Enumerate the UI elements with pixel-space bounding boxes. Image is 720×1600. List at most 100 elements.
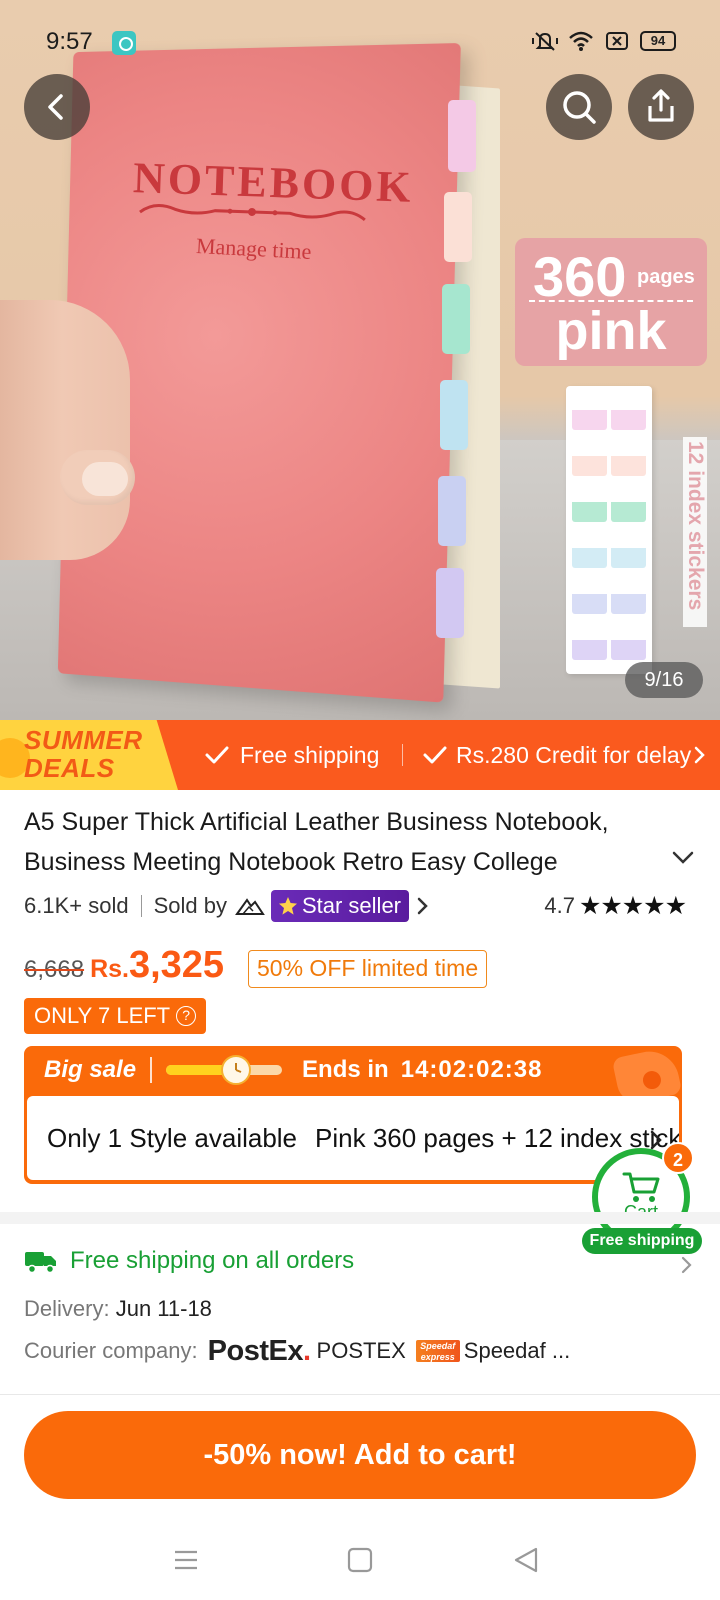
- sticker-label: 12 index stickers: [683, 437, 707, 627]
- delivery-truck-icon: [25, 1252, 56, 1274]
- sale-progress-bar: [166, 1055, 283, 1085]
- wifi-icon: [569, 31, 593, 51]
- home-button[interactable]: [340, 1540, 380, 1580]
- deals-line-1: SUMMER: [24, 725, 143, 755]
- promo-delay-credit: Rs.280 Credit for delay: [422, 720, 707, 790]
- postex-dot: .: [302, 1334, 311, 1367]
- delivery-label: Delivery:: [24, 1296, 110, 1321]
- chevron-left-icon: [48, 94, 63, 120]
- style-selector[interactable]: Only 1 Style available Pink 360 pages + …: [27, 1096, 679, 1180]
- stock-badge[interactable]: ONLY 7 LEFT ?: [24, 998, 207, 1034]
- check-icon: [205, 746, 229, 764]
- free-shipping-headline: Free shipping on all orders: [70, 1247, 355, 1274]
- meta-divider: [140, 895, 142, 917]
- system-back-button[interactable]: [506, 1540, 546, 1580]
- index-sticker: [572, 394, 607, 430]
- index-sticker: [572, 578, 607, 614]
- menu-icon: [175, 1550, 197, 1570]
- clock-hands: [234, 1063, 242, 1073]
- ends-in-label: Ends in: [302, 1056, 389, 1083]
- index-sticker: [611, 440, 646, 476]
- currency-symbol: Rs.: [90, 955, 129, 983]
- summer-deals-badge: SUMMER DEALS: [0, 720, 178, 790]
- postex-logo-text: PostEx: [207, 1334, 304, 1367]
- big-sale-label: Big sale: [44, 1056, 137, 1083]
- cart-free-shipping-tag: Free shipping: [582, 1228, 702, 1254]
- sale-header: Big sale Ends in 14:02:02:38: [24, 1046, 682, 1094]
- star-badge-icon: [278, 897, 297, 915]
- rating-value: 4.7: [544, 893, 575, 918]
- index-tab: [444, 192, 472, 262]
- discount-badge: 50% OFF limited time: [248, 950, 488, 988]
- postex-name: POSTEX: [316, 1338, 406, 1363]
- promo-divider: [402, 744, 403, 766]
- index-sticker: [572, 532, 607, 568]
- sale-divider: [150, 1057, 153, 1083]
- home-square-icon: [347, 1547, 373, 1573]
- free-shipping-row[interactable]: Free shipping on all orders: [24, 1244, 354, 1278]
- style-count: Only 1 Style available: [47, 1122, 298, 1153]
- chevron-right-icon[interactable]: [415, 895, 431, 917]
- index-tab: [448, 100, 476, 172]
- title-fade: [550, 843, 660, 881]
- product-image-gallery[interactable]: NOTEBOOK Manage time 360 pages pink 12 i…: [0, 0, 720, 720]
- index-sticker: [572, 440, 607, 476]
- sold-by-label: Sold by: [153, 893, 227, 918]
- expand-title-button[interactable]: [672, 850, 694, 866]
- postex-logo: PostEx.: [208, 1335, 311, 1368]
- cart-icon: [622, 1172, 660, 1202]
- index-sticker: [611, 532, 646, 568]
- section-divider: [0, 1212, 720, 1224]
- product-meta-row: 6.1K+ sold Sold by Star seller: [24, 888, 431, 924]
- status-bar: 9:57 94: [0, 0, 720, 80]
- share-button[interactable]: [628, 74, 694, 140]
- courier-label: Courier company:: [24, 1338, 198, 1363]
- clock-icon: [220, 1055, 251, 1085]
- rating[interactable]: 4.7 ★★★★★: [544, 888, 687, 924]
- thumb-nail: [82, 462, 128, 496]
- courier-info: Courier company: PostEx. POSTEX Speedaf …: [24, 1334, 570, 1368]
- cart-count-badge: 2: [662, 1142, 694, 1174]
- image-counter: 9/16: [625, 662, 703, 698]
- rating-stars: ★★★★★: [578, 892, 687, 920]
- countdown-timer: 14:02:02:38: [400, 1056, 543, 1083]
- back-button[interactable]: [24, 74, 90, 140]
- check-icon: [423, 746, 447, 764]
- color-name: pink: [555, 301, 667, 361]
- status-time: 9:57: [46, 28, 93, 55]
- index-tab: [438, 476, 466, 546]
- index-sticker-sheet: [566, 386, 652, 674]
- index-tab: [440, 380, 468, 450]
- index-sticker: [572, 624, 607, 660]
- mute-vibrate-icon: [532, 32, 558, 51]
- delivery-dates: Jun 11-18: [115, 1296, 212, 1321]
- floating-cart-button[interactable]: Cart 2 Free shipping: [582, 1142, 702, 1254]
- chevron-right-icon: [694, 746, 706, 764]
- battery-icon: 94: [640, 31, 676, 51]
- index-sticker: [611, 394, 646, 430]
- search-button[interactable]: [546, 74, 612, 140]
- promo-free-shipping: Free shipping: [204, 720, 379, 790]
- index-sticker: [611, 486, 646, 522]
- recent-apps-button[interactable]: [166, 1540, 206, 1580]
- promo-delay-credit-label: Rs.280 Credit for delay: [456, 741, 692, 768]
- big-sale-box: Big sale Ends in 14:02:02:38 Only 1 Styl…: [24, 1046, 682, 1184]
- chevron-right-icon[interactable]: [680, 1254, 694, 1276]
- add-to-cart-button[interactable]: -50% now! Add to cart!: [24, 1411, 696, 1499]
- index-tab: [436, 568, 464, 638]
- search-icon: [563, 91, 596, 124]
- holding-hand: [0, 300, 130, 560]
- back-triangle-icon: [514, 1547, 538, 1573]
- star-seller-badge[interactable]: Star seller: [270, 890, 410, 922]
- app-notification-icon: [112, 31, 136, 55]
- promo-banner[interactable]: SUMMER DEALS Free shipping Rs.280 Credit…: [0, 720, 720, 790]
- delivery-info: Delivery: Jun 11-18: [24, 1296, 212, 1322]
- speedaf-logo: Speedaf express: [415, 1340, 460, 1362]
- sold-count: 6.1K+ sold: [24, 893, 129, 918]
- stock-label: ONLY 7 LEFT: [34, 1003, 171, 1028]
- help-icon: ?: [176, 1006, 197, 1026]
- divider: [0, 1394, 720, 1395]
- original-price: 6,668: [24, 956, 85, 983]
- index-sticker: [611, 624, 646, 660]
- pages-badge: 360 pages pink: [515, 238, 707, 366]
